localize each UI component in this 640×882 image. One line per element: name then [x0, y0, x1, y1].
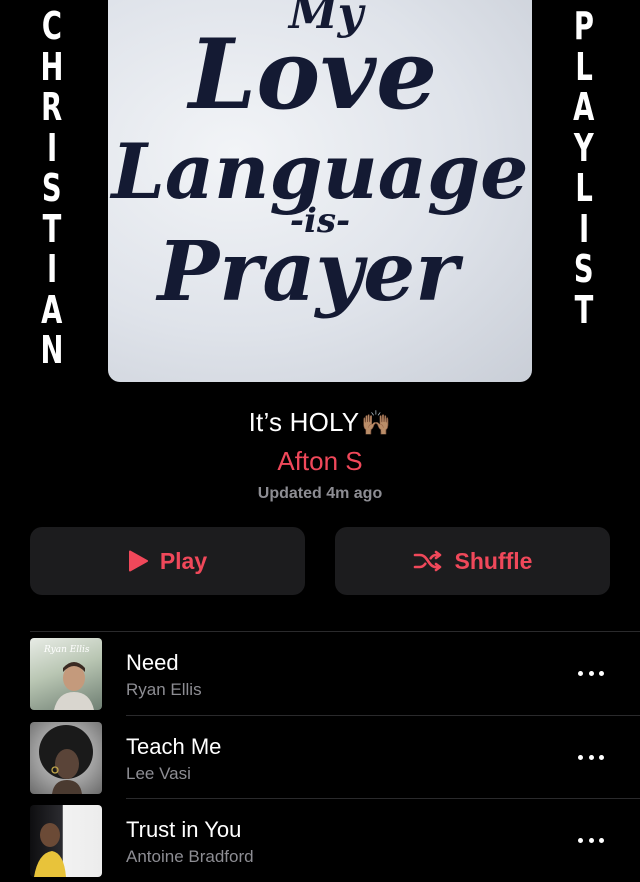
song-artist: Ryan Ellis — [126, 680, 202, 699]
song-artist: Lee Vasi — [126, 764, 191, 783]
song-artist: Antoine Bradford — [126, 847, 254, 866]
shuffle-button-label: Shuffle — [454, 547, 533, 574]
more-options-button[interactable] — [578, 835, 604, 845]
play-icon — [128, 550, 148, 572]
side-letter: N — [40, 328, 64, 372]
side-letter: I — [46, 247, 58, 291]
more-dot — [599, 837, 604, 843]
song-title: Trust in You — [126, 817, 242, 842]
song-title: Teach Me — [126, 734, 222, 759]
side-letter: Y — [574, 125, 594, 170]
more-dot — [599, 754, 604, 760]
more-dot — [588, 754, 594, 760]
side-letter: A — [41, 287, 63, 332]
play-button-label: Play — [159, 547, 208, 574]
thumb-caption: Ryan Ellis — [43, 645, 90, 655]
side-letter: R — [41, 85, 63, 129]
playlist-updated-time: Updated 4m ago — [257, 485, 383, 502]
side-letter: T — [574, 287, 594, 332]
song-row-teach-me[interactable]: Teach Me Lee Vasi — [0, 716, 640, 799]
cover-line-prayer: Prayer — [155, 224, 464, 320]
side-letter: A — [573, 85, 595, 129]
shuffle-icon — [413, 550, 443, 572]
side-letter: S — [42, 166, 62, 210]
side-letter: T — [42, 206, 62, 251]
more-dot — [588, 837, 594, 843]
side-letter: C — [41, 4, 63, 48]
more-options-button[interactable] — [578, 668, 604, 678]
cover-line-love: Love — [186, 18, 437, 131]
song-artwork — [30, 805, 102, 877]
side-letter: H — [40, 44, 64, 89]
shuffle-button[interactable]: Shuffle — [335, 527, 610, 595]
more-dot — [578, 837, 583, 843]
more-dot — [599, 670, 604, 676]
song-artwork — [30, 722, 102, 794]
side-letter: I — [578, 206, 590, 251]
side-letter: S — [574, 247, 594, 291]
side-letter: P — [573, 4, 595, 48]
more-dot — [588, 670, 594, 676]
cover-lettering: My Love Language -is- Prayer — [109, 0, 528, 320]
praise-hands-emoji: 🙌🏽 — [361, 410, 392, 437]
playlist-cover-art[interactable]: My Love Language -is- Prayer — [108, 0, 532, 382]
playlist-title: It’s HOLY🙌🏽 — [0, 407, 640, 438]
more-dot — [578, 754, 583, 760]
song-title: Need — [126, 650, 179, 675]
playlist-title-text: It’s HOLY — [248, 407, 360, 437]
playlist-author[interactable]: Afton S — [0, 446, 640, 477]
side-letter: I — [46, 125, 58, 170]
more-dot — [578, 670, 583, 676]
side-text-right: P L A Y L I S T — [565, 6, 603, 330]
play-button[interactable]: Play — [30, 527, 305, 595]
side-letter: L — [575, 44, 593, 89]
song-row-need[interactable]: Ryan Ellis Need Ryan Ellis — [0, 632, 640, 715]
song-row-trust-in-you[interactable]: Trust in You Antoine Bradford — [0, 799, 640, 882]
side-text-left: C H R I S T I A N — [33, 6, 71, 371]
more-options-button[interactable] — [578, 752, 604, 762]
side-letter: L — [575, 166, 593, 210]
song-artwork: Ryan Ellis — [30, 638, 102, 710]
